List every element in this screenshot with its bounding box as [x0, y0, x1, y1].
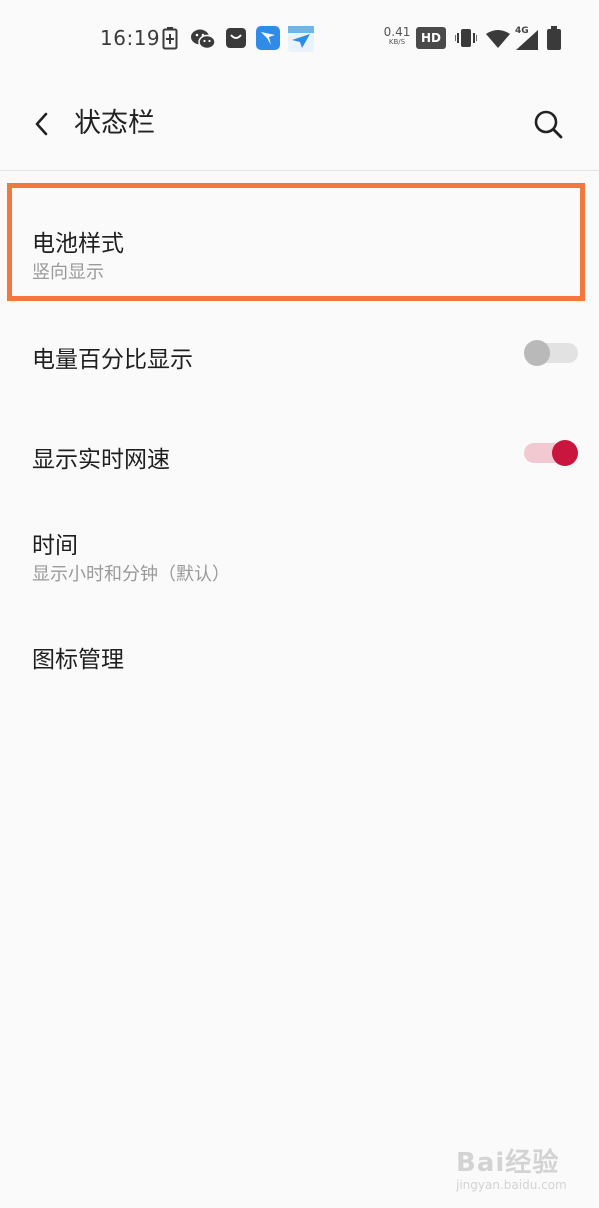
search-button[interactable]: [526, 102, 570, 146]
realtime-speed-toggle[interactable]: [524, 440, 578, 466]
cell-signal-icon: [516, 30, 538, 50]
setting-battery-percentage[interactable]: 电量百分比显示: [0, 310, 599, 400]
setting-title: 显示实时网速: [32, 447, 170, 473]
setting-battery-style[interactable]: 电池样式 竖向显示: [0, 190, 599, 290]
search-icon: [534, 110, 563, 139]
status-bar: 16:19 0.41 KB/S HD 4G: [0, 0, 599, 80]
wifi-icon: [486, 30, 510, 48]
vibrate-icon: [455, 29, 477, 47]
net-speed-value: 0.41: [383, 25, 411, 39]
app-plane-icon: [288, 26, 314, 52]
setting-title: 时间: [32, 533, 78, 559]
watermark: Bai经验 jingyan.baidu.com: [452, 1140, 582, 1196]
toggle-thumb: [524, 340, 550, 366]
net-speed-unit: KB/S: [388, 38, 406, 46]
setting-title: 电量百分比显示: [32, 347, 193, 373]
wechat-icon: [191, 29, 216, 50]
setting-title: 电池样式: [32, 231, 124, 257]
chevron-left-icon: [35, 112, 48, 136]
app-blue-icon: [256, 26, 280, 50]
setting-title: 图标管理: [32, 647, 124, 673]
setting-time[interactable]: 时间 显示小时和分钟（默认）: [0, 500, 599, 600]
net-speed: 0.41 KB/S: [382, 26, 412, 46]
watermark-url: jingyan.baidu.com: [456, 1178, 567, 1192]
setting-icon-management[interactable]: 图标管理: [0, 610, 599, 700]
setting-subtitle: 竖向显示: [32, 262, 104, 283]
watermark-brand: Bai经验: [456, 1148, 560, 1178]
bag-icon: [226, 28, 246, 48]
battery-charging-icon: [162, 27, 178, 50]
setting-subtitle: 显示小时和分钟（默认）: [32, 564, 230, 585]
app-bar: 状态栏: [0, 80, 599, 171]
setting-realtime-speed[interactable]: 显示实时网速: [0, 410, 599, 500]
hd-badge: HD: [416, 27, 446, 49]
battery-icon: [547, 26, 561, 50]
toggle-thumb: [552, 440, 578, 466]
status-time: 16:19: [100, 26, 161, 50]
page-title: 状态栏: [74, 108, 155, 139]
back-button[interactable]: [22, 104, 62, 144]
battery-percentage-toggle[interactable]: [524, 340, 578, 366]
